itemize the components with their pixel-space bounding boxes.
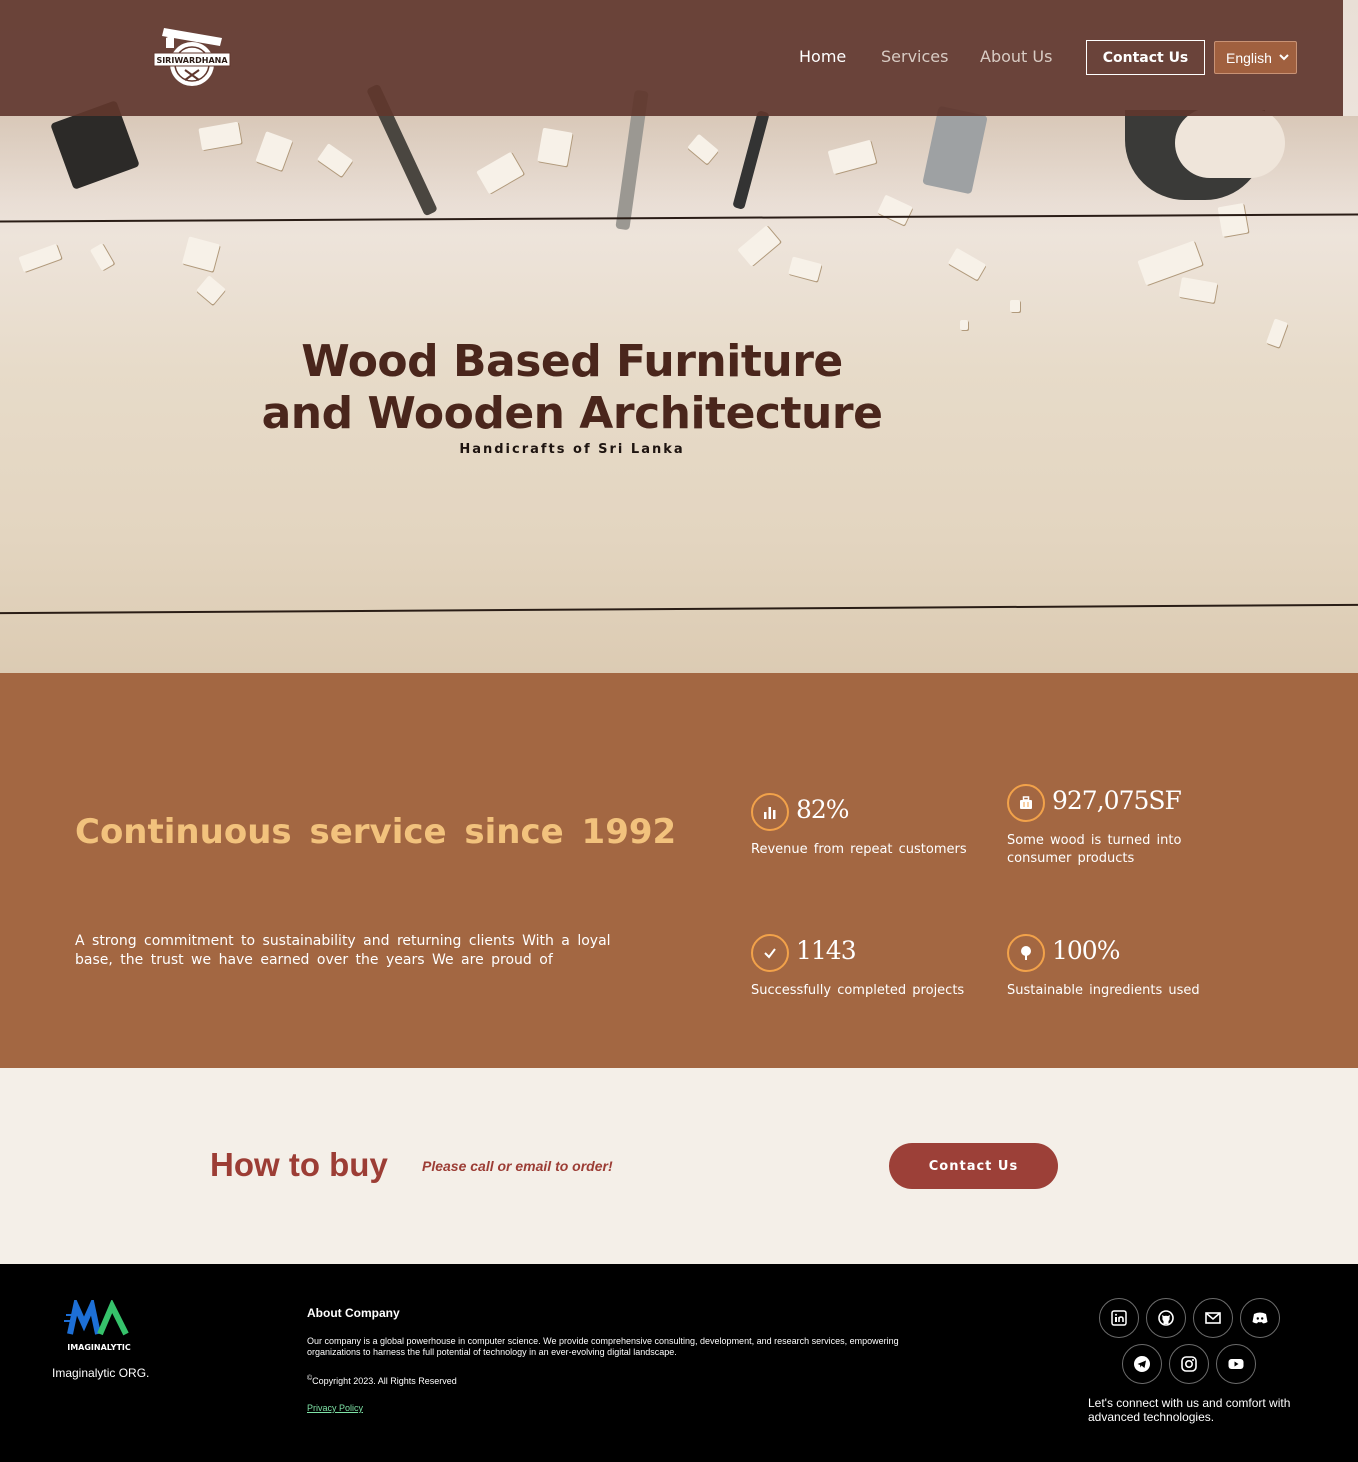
- stat-value: 82%: [796, 795, 850, 824]
- copyright-text: Copyright 2023. All Rights Reserved: [312, 1376, 457, 1386]
- stat-label: Some wood is turned into consumer produc…: [1007, 833, 1182, 866]
- stat-value: 1143: [796, 936, 857, 965]
- about-company-text: Our company is a global powerhouse in co…: [307, 1336, 899, 1357]
- wood-chip: [18, 243, 62, 273]
- telegram-icon[interactable]: [1122, 1344, 1162, 1384]
- contact-us-button[interactable]: Contact Us: [889, 1143, 1058, 1189]
- stats-section: [0, 673, 1358, 1068]
- bar-chart-icon: [751, 793, 789, 831]
- imaginalytic-logo[interactable]: IMAGINALYTIC: [64, 1296, 134, 1354]
- hero-title: Wood Based Furniture and Wooden Architec…: [260, 336, 884, 440]
- hero-subtitle: Handicrafts of Sri Lanka: [459, 442, 685, 457]
- how-to-buy-subtitle: Please call or email to order!: [422, 1158, 613, 1174]
- hero-title-line-2: and Wooden Architecture: [261, 388, 883, 439]
- wood-chip: [960, 320, 968, 330]
- knob-image: [1175, 108, 1285, 178]
- language-select[interactable]: English: [1214, 41, 1297, 74]
- wood-chip: [1265, 318, 1289, 348]
- youtube-icon[interactable]: [1216, 1344, 1256, 1384]
- wood-chip: [1178, 277, 1218, 303]
- wood-chip: [181, 236, 221, 272]
- wood-chip: [1010, 300, 1020, 312]
- hero-title-line-1: Wood Based Furniture: [301, 336, 843, 387]
- org-name: Imaginalytic ORG.: [52, 1366, 150, 1380]
- language-value: English: [1226, 49, 1272, 66]
- nav-home[interactable]: Home: [799, 47, 846, 66]
- plank-line: [0, 603, 1358, 615]
- mail-icon[interactable]: [1193, 1298, 1233, 1338]
- discord-icon[interactable]: [1240, 1298, 1280, 1338]
- nav-about-us[interactable]: About Us: [980, 47, 1052, 66]
- stat-value: 927,075SF: [1052, 786, 1182, 815]
- how-to-buy-title: How to buy: [210, 1146, 388, 1183]
- tree-icon: [1007, 934, 1045, 972]
- copyright: ©Copyright 2023. All Rights Reserved: [307, 1375, 457, 1386]
- stat-label: Successfully completed projects: [751, 983, 965, 998]
- instagram-icon[interactable]: [1169, 1344, 1209, 1384]
- wood-chip: [537, 127, 573, 167]
- stat-value: 100%: [1052, 936, 1120, 965]
- stats-heading: Continuous service since 1992: [75, 812, 677, 852]
- header-contact-button[interactable]: Contact Us: [1086, 40, 1205, 75]
- wood-chip: [89, 243, 115, 271]
- stat-label: Revenue from repeat customers: [751, 842, 967, 857]
- imaginalytic-logo-text: IMAGINALYTIC: [67, 1343, 131, 1352]
- github-icon[interactable]: [1146, 1298, 1186, 1338]
- wood-chip: [196, 275, 226, 305]
- briefcase-icon: [1007, 784, 1045, 822]
- siriwardhana-logo[interactable]: SIRIWARDHANA: [152, 24, 232, 90]
- top-navbar: SIRIWARDHANA Home Services About Us Cont…: [0, 0, 1343, 116]
- logo-text: SIRIWARDHANA: [156, 56, 228, 65]
- wood-chip: [788, 256, 822, 282]
- wood-chip: [947, 247, 987, 281]
- privacy-policy-link[interactable]: Privacy Policy: [307, 1403, 363, 1413]
- connect-text: Let's connect with us and comfort with a…: [1088, 1396, 1291, 1424]
- check-icon: [751, 934, 789, 972]
- stat-label: Sustainable ingredients used: [1007, 983, 1200, 998]
- wood-chip: [1217, 202, 1249, 238]
- chevron-down-icon: [1279, 54, 1289, 61]
- stats-description: A strong commitment to sustainability an…: [75, 933, 611, 968]
- linkedin-icon[interactable]: [1099, 1298, 1139, 1338]
- how-to-buy-section: [0, 1068, 1358, 1264]
- about-company-heading: About Company: [307, 1306, 400, 1320]
- nav-services[interactable]: Services: [881, 47, 948, 66]
